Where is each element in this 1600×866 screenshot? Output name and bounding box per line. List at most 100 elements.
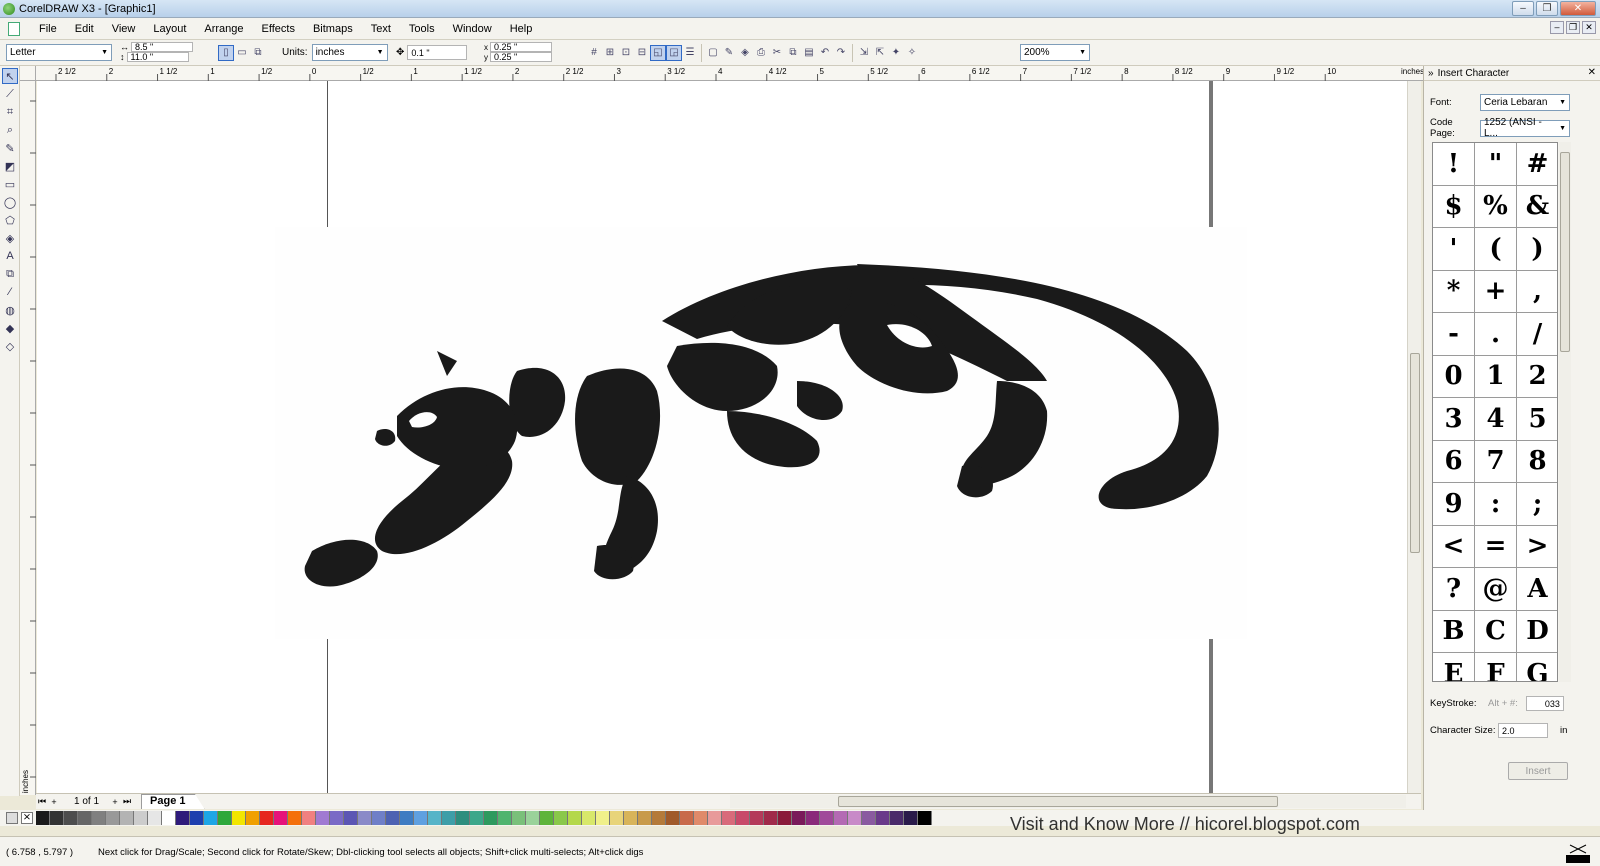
character-grid-scroll-thumb[interactable]	[1560, 152, 1570, 352]
glyph-cell[interactable]: ;	[1517, 483, 1557, 526]
open-icon[interactable]: ✎	[721, 45, 737, 61]
glyph-cell[interactable]: *	[1433, 270, 1475, 313]
duplicate-y-input[interactable]: 0.25 "	[490, 52, 552, 62]
ruler-origin[interactable]	[20, 66, 36, 81]
vertical-ruler[interactable]: inches	[20, 81, 36, 795]
glyph-cell[interactable]: B	[1433, 610, 1475, 653]
landscape-button[interactable]: ▭	[234, 45, 250, 61]
close-window-button[interactable]: ✕	[1560, 1, 1596, 16]
paste-icon[interactable]: ▤	[801, 45, 817, 61]
vertical-scrollbar[interactable]	[1407, 81, 1421, 793]
glyph-cell[interactable]: .	[1475, 313, 1517, 356]
color-swatch[interactable]	[260, 811, 274, 825]
color-swatch[interactable]	[862, 811, 876, 825]
document-icon[interactable]	[8, 21, 20, 36]
glyph-cell[interactable]: 0	[1433, 355, 1475, 398]
color-swatch[interactable]	[610, 811, 624, 825]
color-swatch[interactable]	[456, 811, 470, 825]
glyph-cell[interactable]: F	[1475, 653, 1517, 681]
welcome-icon[interactable]: ✧	[904, 45, 920, 61]
docker-expand-icon[interactable]: »	[1428, 68, 1434, 79]
color-swatch[interactable]	[890, 811, 904, 825]
color-swatch[interactable]	[638, 811, 652, 825]
menu-edit[interactable]: Edit	[66, 23, 103, 35]
drawing-canvas[interactable]	[37, 81, 1407, 793]
color-swatch[interactable]	[316, 811, 330, 825]
glyph-cell[interactable]: <	[1433, 525, 1475, 568]
color-swatch[interactable]	[904, 811, 918, 825]
glyph-cell[interactable]: "	[1475, 143, 1517, 186]
glyph-cell[interactable]: &	[1517, 186, 1557, 228]
restore-button[interactable]: ❐	[1536, 1, 1558, 16]
glyph-cell[interactable]: $	[1433, 185, 1475, 228]
glyph-cell[interactable]: D	[1517, 611, 1557, 653]
color-swatch[interactable]	[148, 811, 162, 825]
glyph-cell[interactable]: =	[1475, 525, 1517, 568]
color-swatch[interactable]	[680, 811, 694, 825]
glyph-cell[interactable]: @	[1475, 568, 1517, 611]
color-swatch[interactable]	[106, 811, 120, 825]
color-swatch[interactable]	[372, 811, 386, 825]
minimize-button[interactable]: –	[1512, 1, 1534, 16]
color-swatch[interactable]	[750, 811, 764, 825]
eyedropper-tool-icon[interactable]: ⁄	[2, 284, 18, 300]
fill-indicator[interactable]	[1566, 843, 1590, 863]
all-pages-button[interactable]: ⧉	[250, 45, 266, 61]
color-swatch[interactable]	[554, 811, 568, 825]
horizontal-scrollbar[interactable]	[730, 795, 1406, 808]
paper-size-select[interactable]: Letter ▼	[6, 44, 112, 61]
codepage-select[interactable]: 1252 (ANSI - L... ▼	[1480, 117, 1570, 139]
snap-objects-icon[interactable]: ⊡	[618, 45, 634, 61]
color-swatch[interactable]	[624, 811, 638, 825]
glyph-cell[interactable]: 9	[1433, 483, 1475, 526]
first-page-icon[interactable]: ⏮	[36, 796, 48, 807]
options-icon[interactable]: ☰	[682, 45, 698, 61]
color-swatch[interactable]	[162, 811, 176, 825]
color-swatch[interactable]	[526, 811, 540, 825]
panther-tribal-drawing[interactable]	[37, 81, 1407, 793]
keystroke-input[interactable]: 033	[1525, 696, 1564, 711]
glyph-cell[interactable]: 1	[1475, 355, 1517, 398]
color-swatch[interactable]	[274, 811, 288, 825]
color-swatch[interactable]	[344, 811, 358, 825]
glyph-cell[interactable]: E	[1433, 653, 1475, 681]
color-swatch[interactable]	[498, 811, 512, 825]
dynamic-guides-icon[interactable]: ⊟	[634, 45, 650, 61]
color-swatch[interactable]	[484, 811, 498, 825]
color-swatch[interactable]	[232, 811, 246, 825]
doc-close-button[interactable]: ✕	[1582, 21, 1596, 34]
menu-file[interactable]: File	[30, 23, 66, 35]
save-icon[interactable]: ◈	[737, 45, 753, 61]
color-swatch[interactable]	[190, 811, 204, 825]
charsize-input[interactable]: 2.0	[1498, 723, 1548, 738]
print-icon[interactable]: ⎙	[753, 45, 769, 61]
import-icon[interactable]: ⇲	[856, 45, 872, 61]
portrait-button[interactable]: ▯	[218, 44, 234, 61]
glyph-cell[interactable]: -	[1433, 313, 1475, 356]
menu-bitmaps[interactable]: Bitmaps	[304, 23, 362, 35]
glyph-cell[interactable]: '	[1433, 228, 1475, 271]
horizontal-scroll-thumb[interactable]	[838, 796, 1278, 807]
font-select[interactable]: Ceria Lebaran ▼	[1480, 94, 1570, 111]
character-grid[interactable]: ! " # $% & '() * +, -./ 0 1 2 3 4 5 6 7 8 9:; < = >? @ A B C D E F G	[1432, 142, 1558, 682]
color-swatch[interactable]	[512, 811, 526, 825]
glyph-cell[interactable]: (	[1475, 228, 1517, 271]
menu-arrange[interactable]: Arrange	[195, 23, 252, 35]
glyph-cell[interactable]: /	[1517, 313, 1557, 356]
menu-effects[interactable]: Effects	[253, 23, 304, 35]
glyph-cell[interactable]: :	[1475, 483, 1517, 526]
color-swatch[interactable]	[414, 811, 428, 825]
glyph-cell[interactable]: )	[1517, 228, 1557, 271]
redo-icon[interactable]: ↷	[833, 45, 849, 61]
fill-tool-icon[interactable]: ◆	[2, 320, 18, 336]
basic-shapes-tool-icon[interactable]: ◈	[2, 230, 18, 246]
color-swatch[interactable]	[848, 811, 862, 825]
undo-icon[interactable]: ↶	[817, 45, 833, 61]
color-swatch[interactable]	[708, 811, 722, 825]
color-swatch[interactable]	[400, 811, 414, 825]
page-width-input[interactable]: 8.5 "	[131, 42, 193, 52]
color-swatch[interactable]	[428, 811, 442, 825]
glyph-cell[interactable]: 2	[1517, 356, 1557, 398]
export-icon[interactable]: ⇱	[872, 45, 888, 61]
glyph-cell[interactable]: #	[1517, 143, 1557, 186]
